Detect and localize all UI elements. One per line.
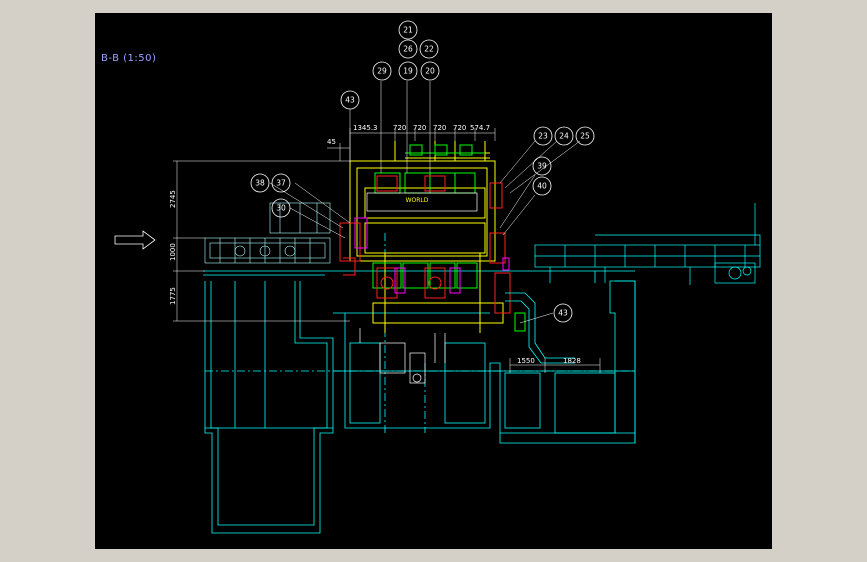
dimension-lines — [173, 128, 601, 373]
balloon-24: 24 — [554, 126, 574, 146]
balloon-39: 39 — [532, 156, 552, 176]
svg-text:37: 37 — [276, 179, 286, 188]
block-label: WORLD — [406, 197, 429, 204]
svg-text:40: 40 — [537, 182, 547, 191]
mill-stand-frame — [349, 141, 504, 333]
svg-text:43: 43 — [345, 96, 355, 105]
balloon-43-bottom: 43 — [553, 303, 573, 323]
svg-text:23: 23 — [538, 132, 548, 141]
dim-top-5: 720 — [433, 124, 446, 132]
dim-left-3: 1775 — [169, 287, 177, 305]
svg-text:26: 26 — [403, 45, 413, 54]
svg-text:25: 25 — [580, 132, 590, 141]
balloon-23: 23 — [533, 126, 553, 146]
balloon-37: 37 — [271, 173, 291, 193]
svg-text:20: 20 — [425, 67, 435, 76]
dim-bottom-1: 1550 — [517, 357, 535, 365]
entry-roller-table — [204, 202, 331, 264]
balloon-38: 38 — [250, 173, 270, 193]
svg-text:19: 19 — [403, 67, 413, 76]
dim-left-1: 2745 — [169, 190, 177, 208]
svg-text:29: 29 — [377, 67, 387, 76]
balloon-30: 30 — [271, 198, 291, 218]
svg-text:30: 30 — [276, 204, 286, 213]
dim-bottom-2: 1828 — [563, 357, 581, 365]
balloon-26: 26 — [398, 39, 418, 59]
exit-roller-table — [534, 203, 761, 285]
dim-left-2: 1000 — [169, 243, 177, 261]
balloon-20: 20 — [420, 61, 440, 81]
svg-text:21: 21 — [403, 26, 413, 35]
balloon-25: 25 — [575, 126, 595, 146]
svg-text:39: 39 — [537, 162, 547, 171]
svg-text:24: 24 — [559, 132, 569, 141]
drawing-canvas[interactable]: B-B (1:50) WORLD 45 1345.3 720 720 720 7… — [95, 13, 772, 549]
dim-top-4: 720 — [413, 124, 426, 132]
svg-text:38: 38 — [255, 179, 265, 188]
dim-top-1: 45 — [327, 138, 336, 146]
balloon-19: 19 — [398, 61, 418, 81]
svg-text:43: 43 — [558, 309, 568, 318]
dim-top-6: 720 — [453, 124, 466, 132]
balloon-29: 29 — [372, 61, 392, 81]
dim-top-3: 720 — [393, 124, 406, 132]
dim-top-2: 1345.3 — [353, 124, 378, 132]
section-drawing: WORLD 45 1345.3 720 720 720 720 574.7 27… — [114, 20, 761, 534]
balloon-21: 21 — [398, 20, 418, 40]
balloon-43-top: 43 — [340, 90, 360, 110]
balloon-40: 40 — [532, 176, 552, 196]
right-arrow-icon — [114, 230, 156, 250]
svg-text:22: 22 — [424, 45, 434, 54]
balloon-22: 22 — [419, 39, 439, 59]
dim-top-7: 574.7 — [470, 124, 490, 132]
